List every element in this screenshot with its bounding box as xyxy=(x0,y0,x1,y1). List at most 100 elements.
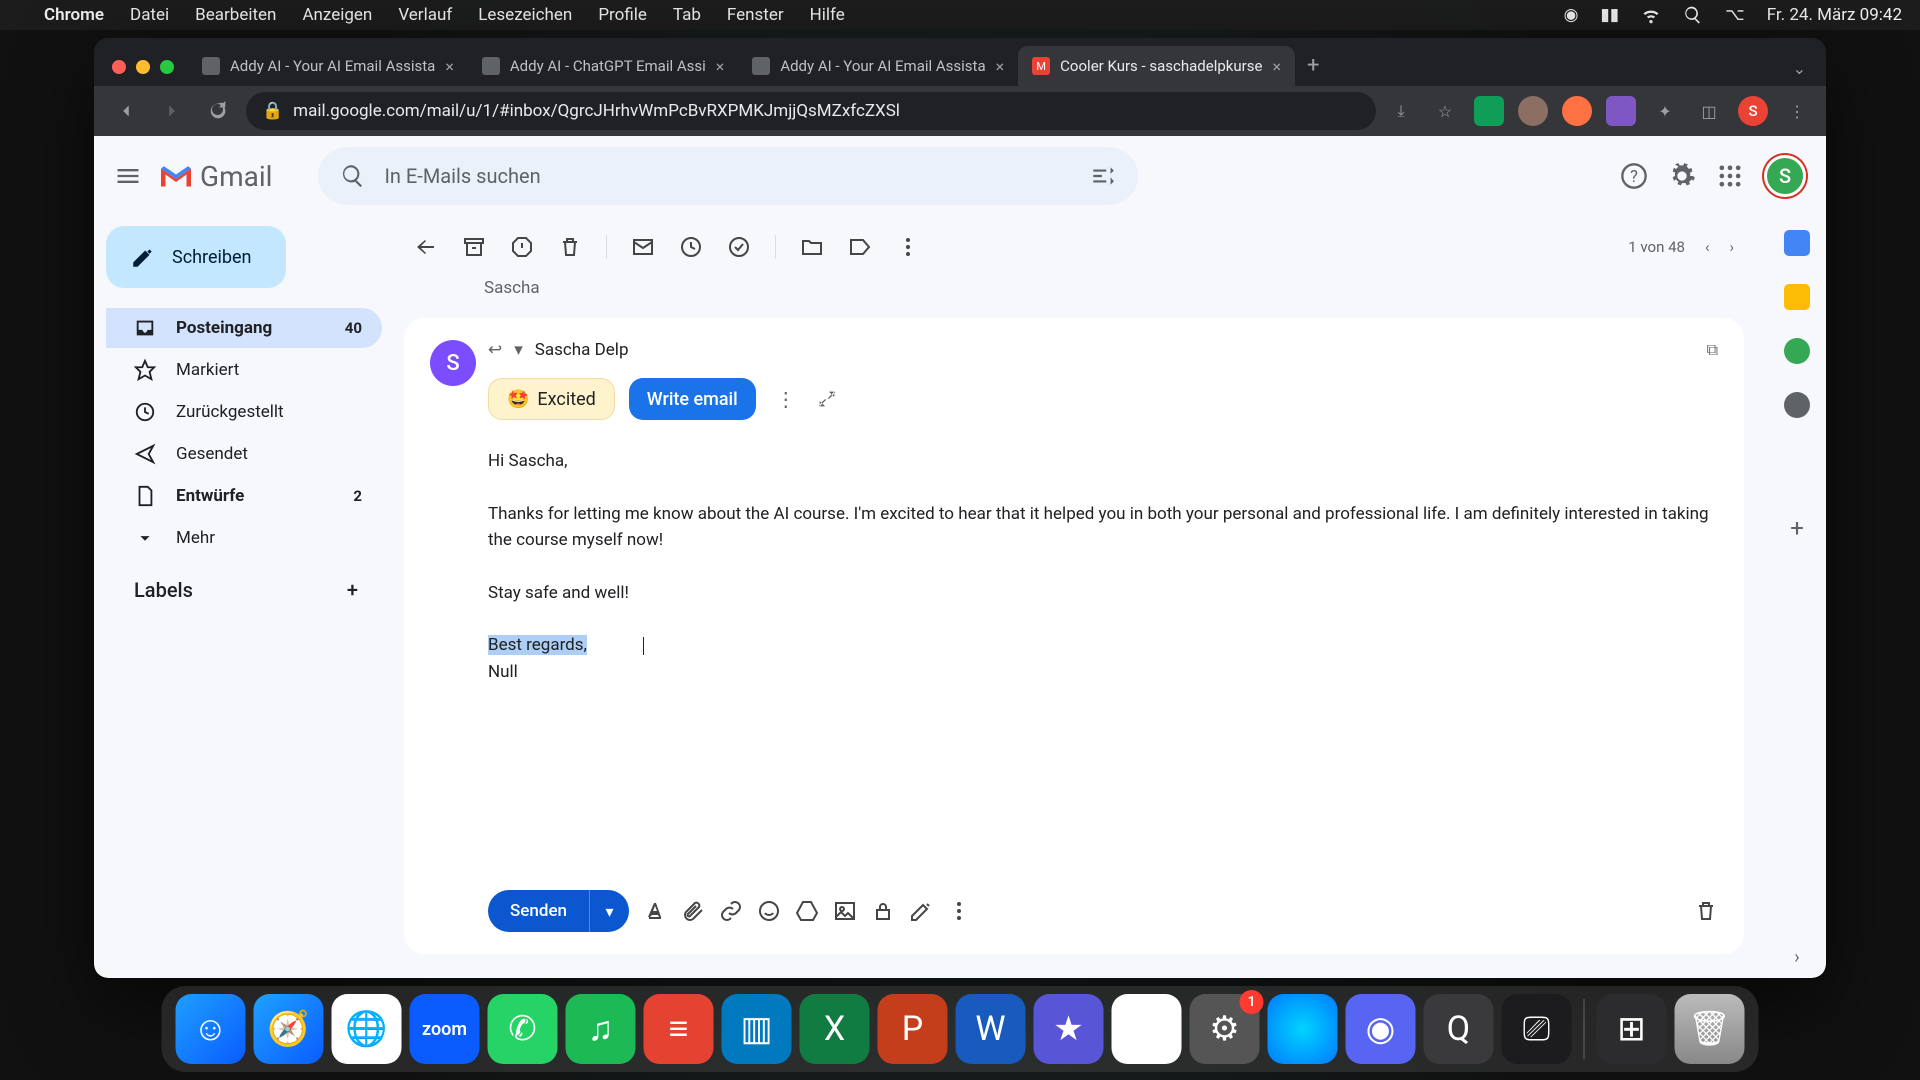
sidebar-item-inbox[interactable]: Posteingang 40 xyxy=(106,308,382,348)
mark-unread-button[interactable] xyxy=(631,235,655,259)
close-tab-icon[interactable]: × xyxy=(996,57,1005,76)
extension-icon[interactable] xyxy=(1562,96,1592,126)
search-input[interactable] xyxy=(384,164,1072,188)
reply-type-icon[interactable]: ↩ xyxy=(488,340,502,360)
dock-app-trello[interactable]: ▥ xyxy=(722,994,792,1064)
menu-datei[interactable]: Datei xyxy=(130,5,169,25)
collapse-panel-button[interactable]: › xyxy=(1794,947,1799,968)
browser-tab[interactable]: Addy AI - ChatGPT Email Assi × xyxy=(468,46,738,86)
archive-button[interactable] xyxy=(462,235,486,259)
attach-file-button[interactable] xyxy=(681,899,705,923)
popout-icon[interactable]: ⧉ xyxy=(1707,340,1718,360)
support-icon[interactable]: ? xyxy=(1620,162,1648,190)
dock-app-launchpad[interactable]: ⊞ xyxy=(1597,994,1667,1064)
close-tab-icon[interactable]: × xyxy=(445,57,454,76)
email-body-editor[interactable]: Hi Sascha, Thanks for letting me know ab… xyxy=(488,448,1718,685)
dock-app-trash[interactable]: 🗑 xyxy=(1675,994,1745,1064)
dock-app-drive[interactable]: ▲ xyxy=(1112,994,1182,1064)
dock-app-todoist[interactable]: ≡ xyxy=(644,994,714,1064)
sidebar-item-snoozed[interactable]: Zurückgestellt xyxy=(106,392,382,432)
add-label-button[interactable]: + xyxy=(347,578,358,602)
menu-fenster[interactable]: Fenster xyxy=(727,5,784,25)
menu-tab[interactable]: Tab xyxy=(673,5,701,25)
sidebar-item-starred[interactable]: Markiert xyxy=(106,350,382,390)
dock-app-powerpoint[interactable]: P xyxy=(878,994,948,1064)
more-actions-button[interactable] xyxy=(896,235,920,259)
dock-app-quicktime[interactable]: Q xyxy=(1424,994,1494,1064)
insert-photo-button[interactable] xyxy=(833,899,857,923)
menu-hilfe[interactable]: Hilfe xyxy=(810,5,845,25)
dock-app-voice[interactable]: ⎚ xyxy=(1502,994,1572,1064)
send-options-dropdown[interactable]: ▾ xyxy=(589,890,629,932)
dock-app-whatsapp[interactable]: ✆ xyxy=(488,994,558,1064)
dock-app-spotify[interactable]: ♫ xyxy=(566,994,636,1064)
compose-more-button[interactable] xyxy=(947,899,971,923)
google-apps-icon[interactable] xyxy=(1716,162,1744,190)
minimize-window-button[interactable] xyxy=(136,60,150,74)
new-tab-button[interactable]: + xyxy=(1295,45,1331,86)
bookmark-star-icon[interactable]: ☆ xyxy=(1430,96,1460,126)
settings-gear-icon[interactable] xyxy=(1668,162,1696,190)
get-addons-button[interactable]: + xyxy=(1790,514,1804,542)
back-button[interactable] xyxy=(108,93,144,129)
close-tab-icon[interactable]: × xyxy=(1272,57,1281,76)
menu-bearbeiten[interactable]: Bearbeiten xyxy=(195,5,276,25)
dock-app-settings[interactable]: ⚙1 xyxy=(1190,994,1260,1064)
browser-tab[interactable]: Addy AI - Your AI Email Assista × xyxy=(188,46,468,86)
extension-icon[interactable] xyxy=(1606,96,1636,126)
insert-drive-button[interactable] xyxy=(795,899,819,923)
snooze-button[interactable] xyxy=(679,235,703,259)
insert-emoji-button[interactable] xyxy=(757,899,781,923)
browser-tab[interactable]: Addy AI - Your AI Email Assista × xyxy=(738,46,1018,86)
dock-app-zoom[interactable]: zoom xyxy=(410,994,480,1064)
write-email-button[interactable]: Write email xyxy=(629,378,756,420)
screen-record-icon[interactable]: ◉ xyxy=(1564,5,1579,25)
insert-signature-button[interactable] xyxy=(909,899,933,923)
close-window-button[interactable] xyxy=(112,60,126,74)
extension-icon[interactable] xyxy=(1518,96,1548,126)
address-bar[interactable]: 🔒 mail.google.com/mail/u/1/#inbox/QgrcJH… xyxy=(246,92,1376,130)
keep-addon-icon[interactable] xyxy=(1784,284,1810,310)
dock-app-siri[interactable] xyxy=(1268,994,1338,1064)
addon-expand-icon[interactable] xyxy=(816,388,838,410)
formatting-button[interactable] xyxy=(643,899,667,923)
sidebar-item-more[interactable]: Mehr xyxy=(106,518,382,558)
tone-selector-button[interactable]: 🤩 Excited xyxy=(488,378,615,420)
addon-more-icon[interactable]: ⋮ xyxy=(770,387,802,411)
browser-tab-active[interactable]: M Cooler Kurs - saschadelpkurse × xyxy=(1018,46,1295,86)
labels-button[interactable] xyxy=(848,235,872,259)
battery-icon[interactable]: ▮▮ xyxy=(1600,5,1619,25)
tasks-addon-icon[interactable] xyxy=(1784,338,1810,364)
fullscreen-window-button[interactable] xyxy=(160,60,174,74)
wifi-icon[interactable] xyxy=(1641,5,1661,25)
menubar-datetime[interactable]: Fr. 24. März 09:42 xyxy=(1767,5,1902,25)
account-avatar[interactable]: S xyxy=(1764,155,1806,197)
menu-verlauf[interactable]: Verlauf xyxy=(398,5,452,25)
prev-message-button[interactable]: ‹ xyxy=(1705,238,1710,256)
add-task-button[interactable] xyxy=(727,235,751,259)
back-to-inbox-button[interactable] xyxy=(414,235,438,259)
discard-draft-button[interactable] xyxy=(1694,899,1718,923)
sidepanel-icon[interactable]: ◫ xyxy=(1694,96,1724,126)
contacts-addon-icon[interactable] xyxy=(1784,392,1810,418)
install-app-icon[interactable]: ⤓ xyxy=(1386,96,1416,126)
control-center-icon[interactable]: ⌥ xyxy=(1725,5,1745,25)
chrome-menu-icon[interactable]: ⋮ xyxy=(1782,96,1812,126)
sidebar-item-drafts[interactable]: Entwürfe 2 xyxy=(106,476,382,516)
close-tab-icon[interactable]: × xyxy=(716,57,725,76)
dock-app-finder[interactable]: ☺ xyxy=(176,994,246,1064)
dock-app-excel[interactable]: X xyxy=(800,994,870,1064)
insert-link-button[interactable] xyxy=(719,899,743,923)
extension-icon[interactable] xyxy=(1474,96,1504,126)
main-menu-icon[interactable] xyxy=(114,162,142,190)
gmail-logo[interactable]: Gmail xyxy=(158,160,272,193)
reload-button[interactable] xyxy=(200,93,236,129)
move-to-button[interactable] xyxy=(800,235,824,259)
compose-button[interactable]: Schreiben xyxy=(106,226,286,288)
search-options-icon[interactable] xyxy=(1090,163,1116,189)
confidential-mode-button[interactable] xyxy=(871,899,895,923)
calendar-addon-icon[interactable] xyxy=(1784,230,1810,256)
reply-dropdown-icon[interactable]: ▾ xyxy=(514,340,523,360)
next-message-button[interactable]: › xyxy=(1729,238,1734,256)
menu-profile[interactable]: Profile xyxy=(598,5,647,25)
